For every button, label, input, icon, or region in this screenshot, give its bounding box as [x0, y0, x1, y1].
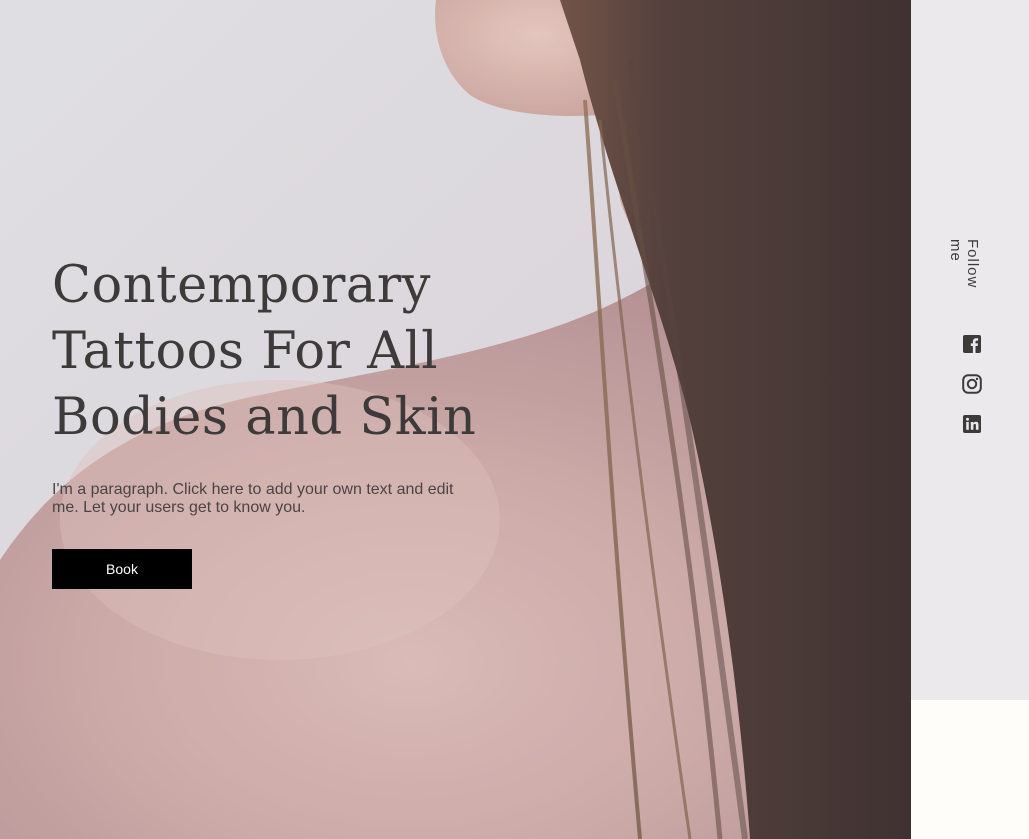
facebook-icon[interactable]	[962, 334, 982, 354]
sidebar-bottom-panel	[911, 700, 1029, 839]
instagram-icon[interactable]	[962, 374, 982, 394]
book-button[interactable]: Book	[52, 549, 192, 589]
hero-paragraph: I'm a paragraph. Click here to add your …	[52, 481, 454, 516]
hero-headline: Contemporary Tattoos For All Bodies and …	[52, 256, 477, 447]
page: Contemporary Tattoos For All Bodies and …	[0, 0, 1029, 839]
linkedin-icon[interactable]	[962, 414, 982, 434]
follow-me-label: Follow me	[947, 239, 981, 289]
